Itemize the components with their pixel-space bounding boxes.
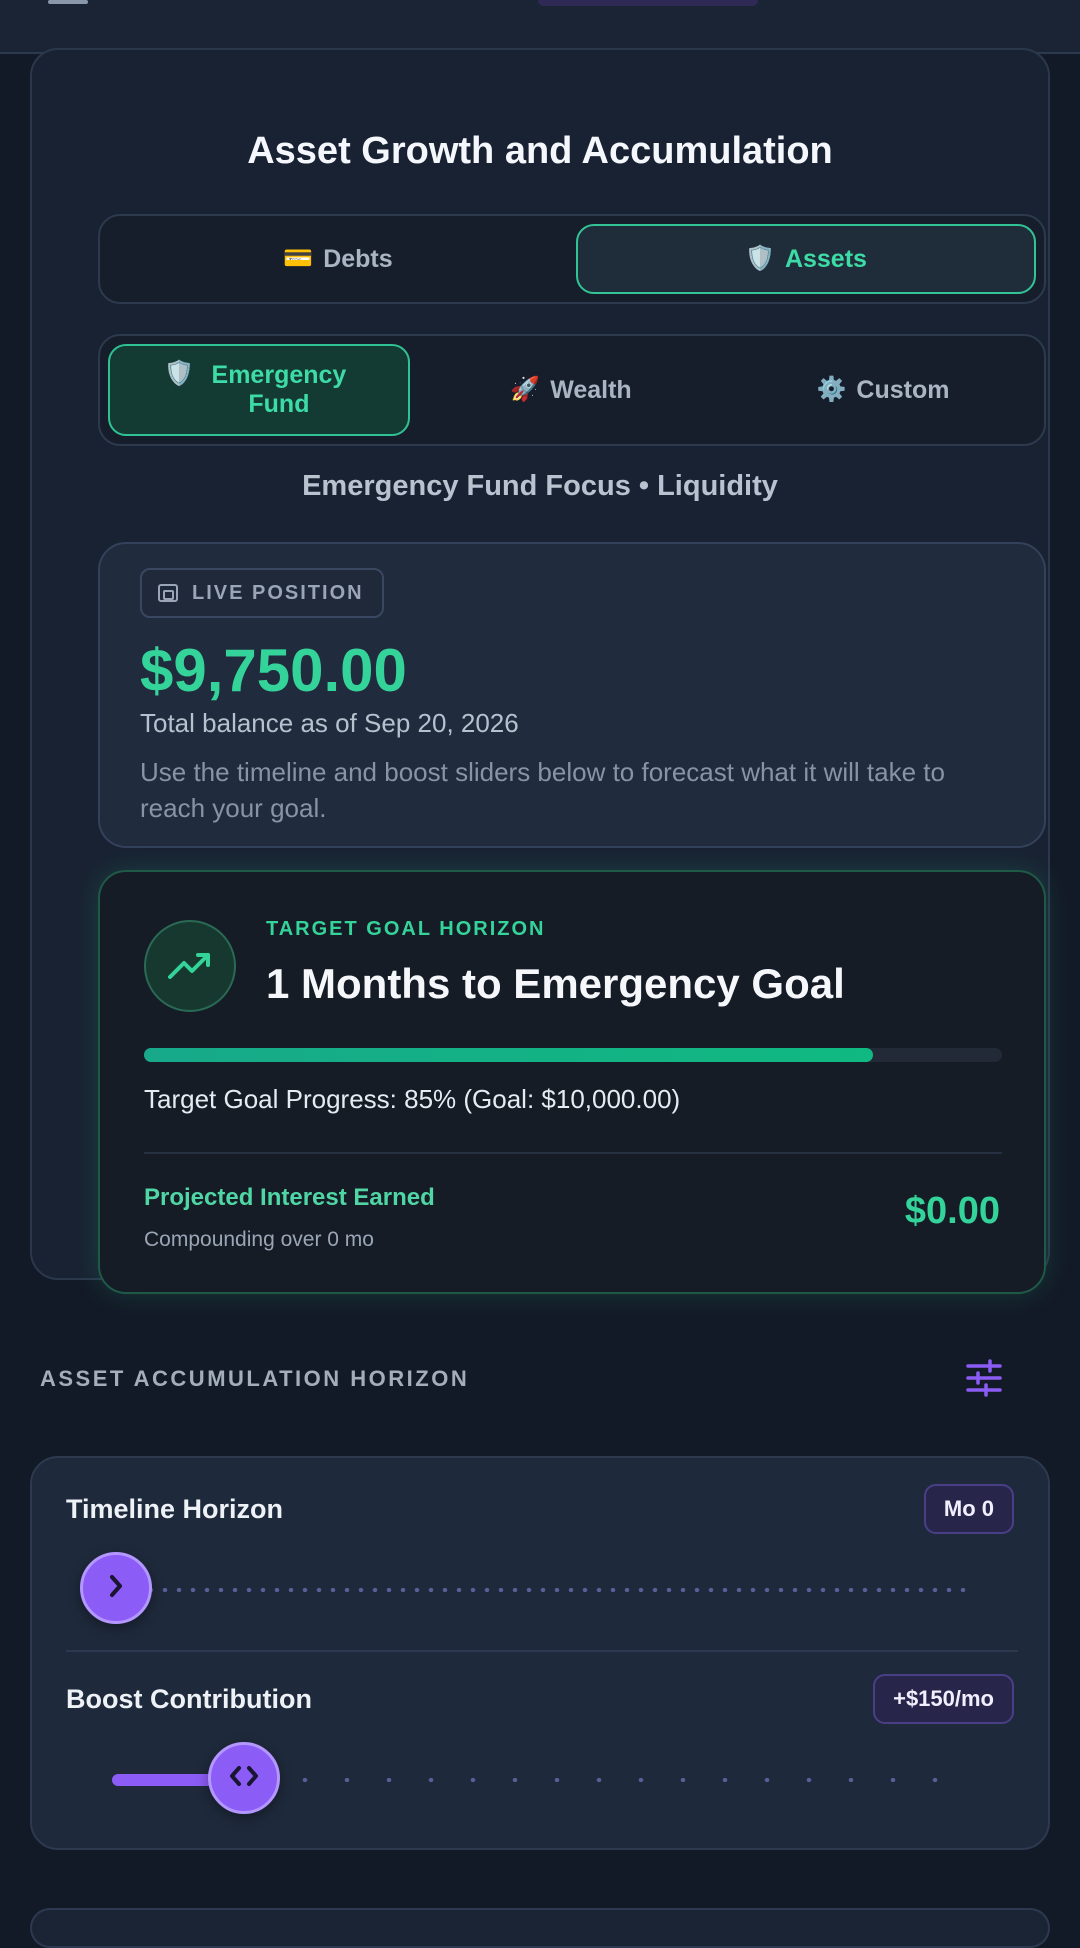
mode-toggle: 💳 Debts 🛡️ Assets <box>98 214 1046 304</box>
subtab-custom[interactable]: ⚙️ Custom <box>732 344 1034 436</box>
boost-slider[interactable] <box>112 1742 968 1814</box>
rocket-icon: 🚀 <box>510 376 541 404</box>
strategy-subtitle: Emergency Fund Focus • Liquidity <box>302 470 778 502</box>
wallet-icon <box>158 584 178 602</box>
top-pill[interactable] <box>538 0 758 6</box>
timeline-horizon-label: Timeline Horizon <box>66 1494 284 1524</box>
balance-date: Total balance as of Sep 20, 2026 <box>140 708 519 738</box>
timeline-slider-thumb[interactable] <box>80 1552 152 1624</box>
live-position-badge: LIVE POSITION <box>140 568 384 618</box>
total-balance-amount: $9,750.00 <box>140 637 407 704</box>
code-arrows-icon <box>228 1764 260 1793</box>
timeline-slider[interactable] <box>80 1552 968 1624</box>
subtab-wealth-label: Wealth <box>550 375 632 404</box>
trending-up-icon <box>144 920 236 1012</box>
divider <box>66 1650 1018 1652</box>
goal-progress-bar <box>144 1048 1002 1062</box>
projected-interest-label: Projected Interest Earned <box>144 1184 435 1211</box>
tab-assets-label: Assets <box>784 244 867 273</box>
subtab-wealth[interactable]: 🚀 Wealth <box>420 344 722 436</box>
credit-card-icon: 💳 <box>283 245 314 273</box>
horizon-sliders-card: Timeline Horizon Mo 0 Boost Contribution… <box>30 1456 1050 1850</box>
slider-track-dots <box>116 1588 968 1592</box>
live-position-card: LIVE POSITION $9,750.00 Total balance as… <box>98 542 1046 848</box>
goal-progress-fill <box>144 1048 874 1062</box>
next-card <box>30 1908 1050 1948</box>
gear-icon: ⚙️ <box>816 376 847 404</box>
section-label: ASSET ACCUMULATION HORIZON <box>40 1366 470 1391</box>
tune-sliders-icon[interactable] <box>964 1358 1004 1398</box>
strategy-toggle: 🛡️ Emergency Fund 🚀 Wealth ⚙️ Custom <box>98 334 1046 446</box>
tab-debts-label: Debts <box>323 244 393 273</box>
subtab-emergency-fund-label: Emergency Fund <box>211 361 347 418</box>
shield-icon: 🛡️ <box>745 245 775 273</box>
subtab-custom-label: Custom <box>856 375 950 404</box>
forecast-description: Use the timeline and boost sliders below… <box>140 757 945 824</box>
timeline-value-chip: Mo 0 <box>923 1484 1014 1534</box>
projected-interest-value: $0.00 <box>904 1190 1000 1232</box>
top-app-bar <box>0 0 1080 54</box>
goal-eyebrow: TARGET GOAL HORIZON <box>266 918 546 940</box>
asset-growth-card: Asset Growth and Accumulation 💳 Debts 🛡️… <box>30 48 1050 1294</box>
tab-assets[interactable]: 🛡️ Assets <box>576 224 1036 294</box>
compounding-text: Compounding over 0 mo <box>144 1228 374 1251</box>
page-title: Asset Growth and Accumulation <box>247 130 833 172</box>
boost-value-chip: +$150/mo <box>873 1674 1014 1724</box>
goal-progress-text: Target Goal Progress: 85% (Goal: $10,000… <box>144 1084 681 1114</box>
live-badge-label: LIVE POSITION <box>192 581 364 604</box>
tab-debts[interactable]: 💳 Debts <box>108 224 568 294</box>
menu-icon[interactable] <box>48 0 88 4</box>
goal-title: 1 Months to Emergency Goal <box>266 960 845 1007</box>
boost-contribution-label: Boost Contribution <box>66 1684 312 1714</box>
divider <box>144 1152 1002 1154</box>
shield-icon: 🛡️ <box>164 360 194 387</box>
subtab-emergency-fund[interactable]: 🛡️ Emergency Fund <box>108 344 410 436</box>
target-goal-card: TARGET GOAL HORIZON 1 Months to Emergenc… <box>98 870 1046 1294</box>
boost-slider-thumb[interactable] <box>207 1742 280 1814</box>
chevron-right-icon <box>105 1573 127 1604</box>
